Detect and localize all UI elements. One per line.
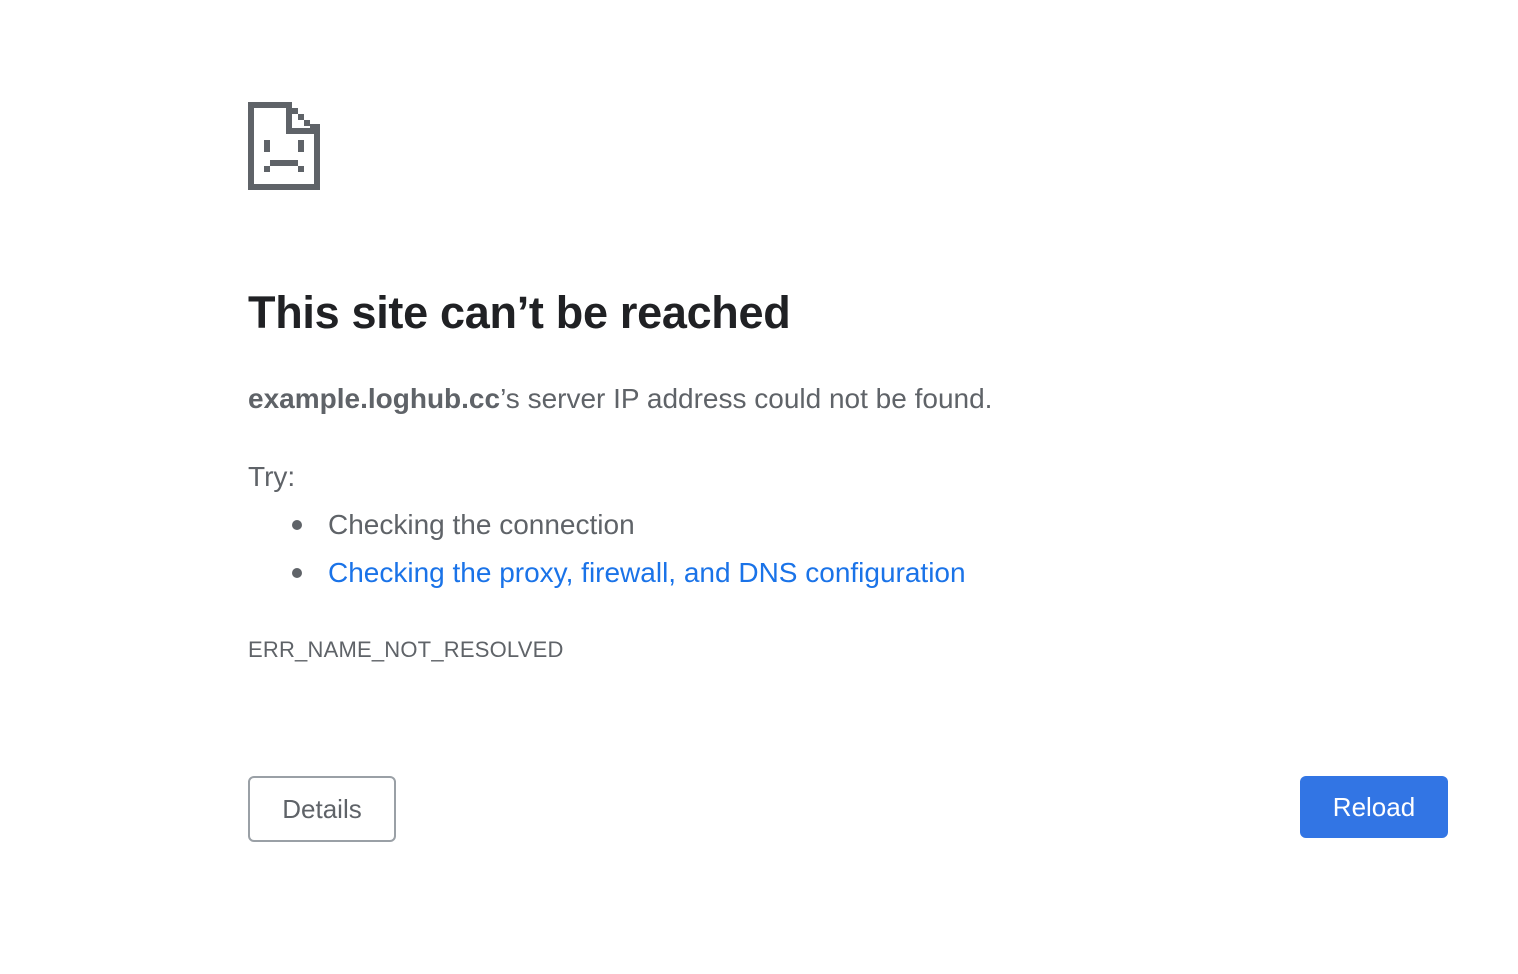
summary-message: ’s server IP address could not be found. bbox=[500, 383, 993, 414]
suggestion-item: Checking the connection bbox=[248, 506, 966, 554]
error-summary: example.loghub.cc’s server IP address co… bbox=[248, 380, 992, 418]
suggestion-item: Checking the proxy, firewall, and DNS co… bbox=[248, 554, 966, 602]
sad-document-icon bbox=[248, 102, 320, 190]
error-page: This site can’t be reached example.loghu… bbox=[248, 0, 1448, 974]
error-code: ERR_NAME_NOT_RESOLVED bbox=[248, 637, 564, 662]
bullet-icon bbox=[292, 520, 302, 530]
proxy-settings-link[interactable]: Checking the proxy, firewall, and DNS co… bbox=[328, 557, 966, 588]
reload-button[interactable]: Reload bbox=[1300, 776, 1448, 838]
host-name: example.loghub.cc bbox=[248, 383, 501, 414]
suggestion-text: Checking the connection bbox=[328, 509, 635, 540]
bullet-icon bbox=[292, 568, 302, 578]
details-button[interactable]: Details bbox=[248, 776, 396, 842]
suggestion-list: Checking the connection Checking the pro… bbox=[248, 506, 966, 602]
try-label: Try: bbox=[248, 461, 296, 492]
page-title: This site can’t be reached bbox=[248, 287, 791, 338]
